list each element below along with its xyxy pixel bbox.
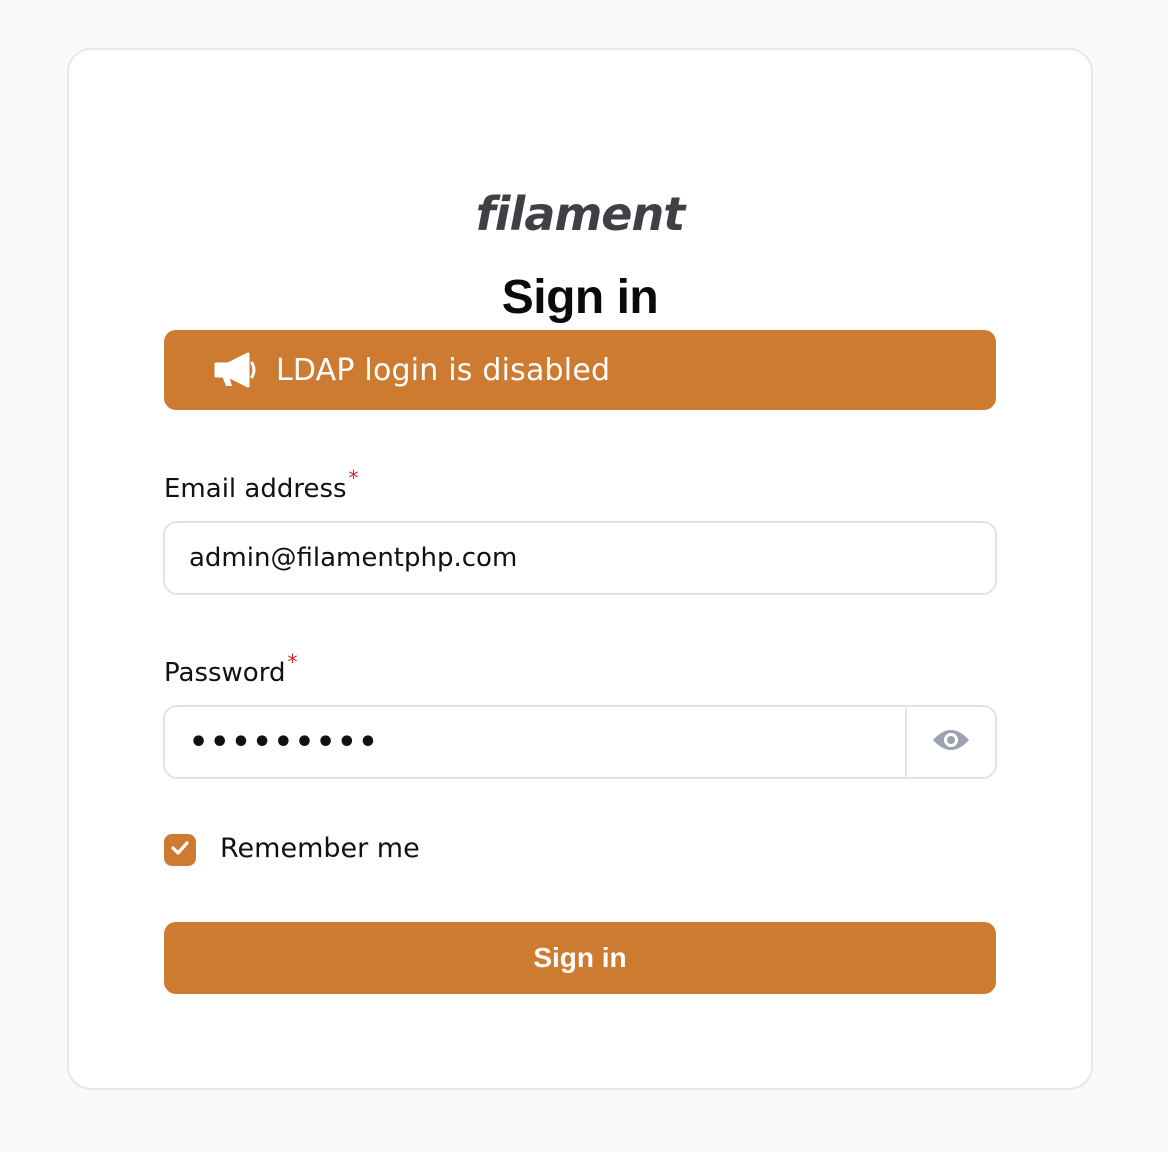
ldap-banner: LDAP login is disabled [164,330,996,410]
password-field[interactable]: ••••••••• [163,705,997,779]
logo-text: filament [475,187,685,241]
password-value[interactable]: ••••••••• [165,725,905,760]
remember-me-checkbox[interactable] [164,834,196,866]
required-mark: * [287,650,298,674]
email-field[interactable]: admin@filamentphp.com [163,521,997,595]
password-label-text: Password [164,658,286,688]
eye-icon [931,726,971,758]
megaphone-icon [212,348,258,392]
email-label: Email address * [164,466,359,504]
brand-logo: filament [69,184,1091,244]
sign-in-button[interactable]: Sign in [164,922,996,994]
remember-me-label[interactable]: Remember me [220,833,420,864]
toggle-password-visibility-button[interactable] [905,707,995,777]
page-title: Sign in [501,271,659,324]
password-label: Password * [164,650,297,688]
banner-text: LDAP login is disabled [276,352,611,388]
email-label-text: Email address [164,474,347,504]
required-mark: * [348,466,359,490]
check-icon [170,840,190,860]
email-value[interactable]: admin@filamentphp.com [165,543,995,573]
